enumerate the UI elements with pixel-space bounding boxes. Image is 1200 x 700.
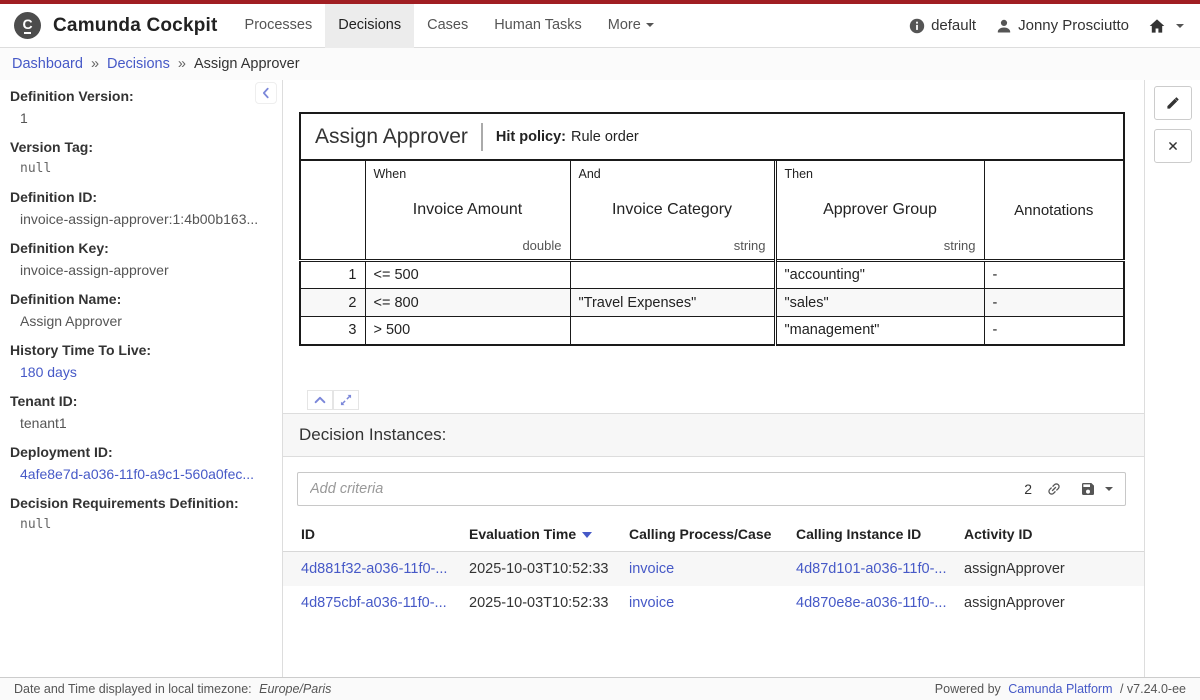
- sidebar-collapse-button[interactable]: [255, 82, 277, 104]
- link-icon: [1046, 481, 1062, 497]
- calling-instance-link[interactable]: 4d870e8e-a036-11f0-...: [796, 595, 947, 611]
- instances-table: ID Evaluation Time Calling Process/Case …: [283, 518, 1144, 620]
- timezone-note: Date and Time displayed in local timezon…: [12, 682, 333, 696]
- right-toolbar: [1144, 80, 1200, 677]
- engine-name: default: [931, 17, 976, 34]
- user-icon: [996, 18, 1012, 34]
- app-title: Camunda Cockpit: [53, 15, 218, 37]
- col-evaluation-time[interactable]: Evaluation Time: [469, 518, 629, 552]
- instance-id-link[interactable]: 4d875cbf-a036-11f0-...: [301, 595, 447, 611]
- field-definition-version: Definition Version: 1: [10, 88, 266, 126]
- search-input[interactable]: [310, 481, 1024, 497]
- nav-item-decisions[interactable]: Decisions: [325, 4, 414, 48]
- breadcrumb-decisions[interactable]: Decisions: [107, 56, 170, 72]
- chevron-left-icon: [259, 86, 273, 100]
- result-count: 2: [1024, 481, 1032, 497]
- nav-item-cases[interactable]: Cases: [414, 4, 481, 48]
- save-search-dropdown[interactable]: [1080, 481, 1113, 497]
- col-calling-instance-id[interactable]: Calling Instance ID: [796, 518, 964, 552]
- calling-process-link[interactable]: invoice: [629, 561, 674, 577]
- chevron-down-icon: [1176, 24, 1184, 28]
- app-root: C Camunda Cockpit Processes Decisions Ca…: [0, 0, 1200, 700]
- save-icon: [1080, 481, 1096, 497]
- user-name: Jonny Prosciutto: [1018, 17, 1129, 34]
- nav-item-human-tasks[interactable]: Human Tasks: [481, 4, 595, 48]
- hit-policy-label: Hit policy:: [496, 129, 566, 145]
- history-ttl-link[interactable]: 180 days: [20, 364, 266, 380]
- field-version-tag: Version Tag: null: [10, 139, 266, 176]
- col-calling-process[interactable]: Calling Process/Case: [629, 518, 796, 552]
- camunda-platform-link[interactable]: Camunda Platform: [1008, 682, 1112, 696]
- home-menu[interactable]: [1149, 18, 1184, 34]
- chevron-up-icon: [313, 393, 327, 407]
- instance-row: 4d881f32-a036-11f0-... 2025-10-03T10:52:…: [283, 551, 1144, 586]
- instances-header-row: ID Evaluation Time Calling Process/Case …: [283, 518, 1144, 552]
- field-definition-name: Definition Name: Assign Approver: [10, 291, 266, 329]
- decision-content: Assign Approver Hit policy: Rule order W…: [283, 80, 1144, 677]
- user-menu[interactable]: Jonny Prosciutto: [996, 17, 1129, 34]
- breadcrumb-dashboard[interactable]: Dashboard: [12, 56, 83, 72]
- breadcrumb: Dashboard » Decisions » Assign Approver: [0, 48, 1200, 80]
- field-definition-key: Definition Key: invoice-assign-approver: [10, 240, 266, 278]
- nav-item-processes[interactable]: Processes: [232, 4, 326, 48]
- dmn-rule-row: 3 > 500 "management" -: [300, 317, 1124, 345]
- dmn-input-invoice-category: AndInvoice Categorystring: [570, 160, 775, 261]
- field-drd: Decision Requirements Definition: null: [10, 495, 266, 532]
- sort-desc-icon[interactable]: [582, 532, 592, 538]
- main-area: Definition Version: 1 Version Tag: null …: [0, 80, 1200, 677]
- dmn-decision-table: Assign Approver Hit policy: Rule order W…: [299, 112, 1125, 346]
- activity-id: assignApprover: [964, 586, 1144, 620]
- field-tenant-id: Tenant ID: tenant1: [10, 393, 266, 431]
- copy-link-button[interactable]: [1046, 481, 1062, 497]
- navbar-right: default Jonny Prosciutto: [909, 17, 1200, 34]
- col-id[interactable]: ID: [283, 518, 469, 552]
- evaluation-time: 2025-10-03T10:52:33: [469, 586, 629, 620]
- instance-id-link[interactable]: 4d881f32-a036-11f0-...: [301, 561, 447, 577]
- top-navbar: C Camunda Cockpit Processes Decisions Ca…: [0, 4, 1200, 48]
- evaluation-time: 2025-10-03T10:52:33: [469, 551, 629, 586]
- hit-policy-value: Rule order: [571, 129, 639, 145]
- powered-by: Powered by Camunda Platform / v7.24.0-ee: [933, 682, 1188, 696]
- collapse-panel-button[interactable]: [307, 390, 333, 410]
- nav-item-more[interactable]: More: [595, 4, 667, 48]
- expand-panel-button[interactable]: [333, 390, 359, 410]
- edit-decision-button[interactable]: [1154, 86, 1192, 120]
- dmn-rule-row: 2 <= 800 "Travel Expenses" "sales" -: [300, 289, 1124, 317]
- instance-row: 4d875cbf-a036-11f0-... 2025-10-03T10:52:…: [283, 586, 1144, 620]
- col-activity-id[interactable]: Activity ID: [964, 518, 1144, 552]
- chevron-down-icon: [646, 23, 654, 27]
- breadcrumb-current: Assign Approver: [194, 56, 300, 72]
- activity-id: assignApprover: [964, 551, 1144, 586]
- definition-sidebar: Definition Version: 1 Version Tag: null …: [0, 80, 283, 677]
- timezone-value: Europe/Paris: [259, 682, 331, 696]
- field-deployment-id: Deployment ID: 4afe8e7d-a036-11f0-a9c1-5…: [10, 444, 266, 482]
- main-nav: Processes Decisions Cases Human Tasks Mo…: [232, 4, 667, 48]
- diagram-controls: [307, 390, 1144, 410]
- camunda-logo-icon: C: [14, 12, 41, 39]
- decision-instances-heading: Decision Instances:: [283, 413, 1144, 457]
- pencil-icon: [1166, 96, 1180, 110]
- dmn-input-invoice-amount: WhenInvoice Amountdouble: [365, 160, 570, 261]
- dmn-output-approver-group: ThenApprover Groupstring: [775, 160, 984, 261]
- dmn-rule-row: 1 <= 500 "accounting" -: [300, 261, 1124, 289]
- search-area: 2: [283, 457, 1144, 506]
- close-panel-button[interactable]: [1154, 129, 1192, 163]
- engine-selector[interactable]: default: [909, 17, 976, 34]
- footer: Date and Time displayed in local timezon…: [0, 677, 1200, 700]
- dmn-table-header: Assign Approver Hit policy: Rule order: [299, 112, 1125, 161]
- chevron-down-icon: [1105, 487, 1113, 491]
- field-history-ttl: History Time To Live: 180 days: [10, 342, 266, 380]
- home-icon: [1149, 18, 1165, 34]
- deployment-id-link[interactable]: 4afe8e7d-a036-11f0-a9c1-560a0fec...: [20, 466, 266, 482]
- search-box: 2: [297, 472, 1126, 506]
- calling-process-link[interactable]: invoice: [629, 595, 674, 611]
- calling-instance-link[interactable]: 4d87d101-a036-11f0-...: [796, 561, 947, 577]
- dmn-index-header: [300, 160, 365, 261]
- info-icon: [909, 18, 925, 34]
- close-icon: [1168, 141, 1178, 151]
- dmn-annotations-header: Annotations: [984, 160, 1124, 261]
- expand-icon: [339, 393, 353, 407]
- field-definition-id: Definition ID: invoice-assign-approver:1…: [10, 189, 266, 227]
- dmn-table-title: Assign Approver: [315, 125, 468, 149]
